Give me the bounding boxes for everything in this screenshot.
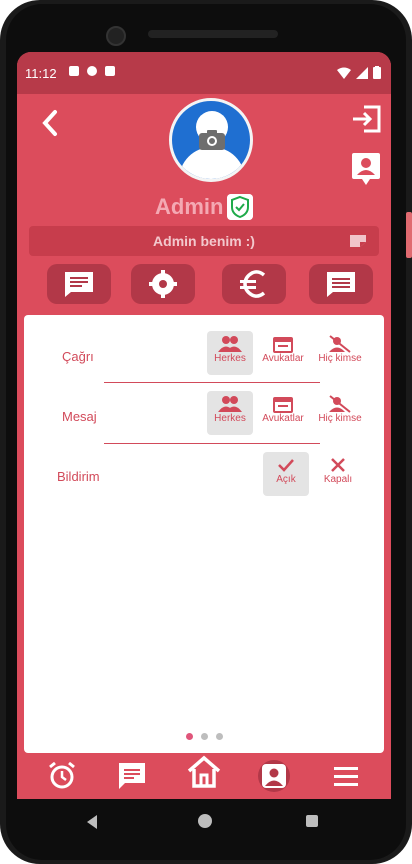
payments-button[interactable] bbox=[222, 264, 286, 304]
system-navigation-bar bbox=[17, 799, 391, 844]
status-bar: 11:12 bbox=[17, 52, 391, 94]
home-icon bbox=[187, 755, 221, 788]
group-icon bbox=[218, 336, 242, 352]
notification-p-icon bbox=[87, 66, 97, 76]
call-option-nobody[interactable]: Hiç kimse bbox=[315, 331, 365, 375]
page-dot[interactable] bbox=[216, 733, 223, 740]
sim-card-icon bbox=[105, 66, 115, 76]
divider bbox=[104, 382, 320, 383]
menu-icon bbox=[334, 767, 358, 786]
wifi-icon bbox=[337, 67, 351, 79]
profile-name: Admin bbox=[155, 194, 224, 219]
message-option-lawyers[interactable]: Avukatlar bbox=[260, 391, 306, 435]
chat-button[interactable] bbox=[309, 264, 373, 304]
logout-icon[interactable] bbox=[350, 104, 382, 134]
system-back-icon[interactable] bbox=[87, 815, 97, 829]
earpiece bbox=[148, 30, 278, 38]
message-setting-row: Mesaj Herkes Avukatlar Hiç kimse bbox=[24, 391, 384, 447]
messages-button[interactable] bbox=[47, 264, 111, 304]
signal-icon bbox=[356, 66, 368, 79]
profile-icon bbox=[262, 764, 286, 788]
notification-option-on[interactable]: Açık bbox=[263, 452, 309, 496]
call-setting-row: Çağrı Herkes Avukatlar Hiç kimse bbox=[24, 331, 384, 387]
notification-setting-row: Bildirim Açık Kapalı bbox=[24, 452, 384, 508]
settings-gear-icon bbox=[149, 270, 177, 298]
page-dot[interactable] bbox=[201, 733, 208, 740]
message-icon bbox=[119, 763, 145, 789]
page-indicator bbox=[186, 733, 223, 740]
avatar-body bbox=[179, 147, 245, 179]
row-label: Mesaj bbox=[62, 409, 97, 424]
edit-icon[interactable] bbox=[349, 234, 367, 248]
front-camera bbox=[106, 26, 126, 46]
nav-messages[interactable] bbox=[116, 760, 148, 792]
camera-icon[interactable] bbox=[198, 129, 226, 151]
message-option-everyone[interactable]: Herkes bbox=[207, 391, 253, 435]
chat-icon bbox=[327, 272, 355, 297]
message-icon bbox=[65, 272, 93, 297]
calendar-icon bbox=[273, 397, 293, 413]
alarm-icon bbox=[49, 761, 75, 789]
euro-icon bbox=[240, 270, 266, 298]
bio-field[interactable]: Admin benim :) bbox=[29, 226, 379, 256]
battery-icon bbox=[373, 66, 381, 79]
action-buttons bbox=[47, 264, 373, 306]
nav-home[interactable] bbox=[186, 754, 222, 792]
message-option-nobody[interactable]: Hiç kimse bbox=[315, 391, 365, 435]
close-icon bbox=[331, 458, 345, 472]
nav-menu[interactable] bbox=[330, 760, 362, 792]
group-icon bbox=[218, 396, 242, 412]
system-recents-icon[interactable] bbox=[306, 815, 318, 827]
notification-a-icon bbox=[69, 66, 79, 76]
privacy-settings-card: Çağrı Herkes Avukatlar Hiç kimse Mesaj H… bbox=[24, 315, 384, 753]
notification-option-off[interactable]: Kapalı bbox=[315, 452, 361, 496]
app-screen: 11:12 Admin Admin benim:) Çağrı Herkes … bbox=[17, 52, 391, 799]
check-icon bbox=[278, 459, 294, 472]
divider bbox=[104, 443, 320, 444]
settings-button[interactable] bbox=[131, 264, 195, 304]
status-time: 11:12 bbox=[25, 66, 57, 81]
system-home-icon[interactable] bbox=[198, 814, 212, 828]
row-label: Çağrı bbox=[62, 349, 94, 364]
calendar-icon bbox=[273, 337, 293, 353]
avatar[interactable] bbox=[169, 98, 253, 182]
call-option-lawyers[interactable]: Avukatlar bbox=[260, 331, 306, 375]
verified-icon bbox=[227, 194, 253, 220]
power-button bbox=[406, 212, 412, 258]
back-icon[interactable] bbox=[37, 108, 63, 138]
notification-icons bbox=[69, 66, 115, 76]
bio-text: Admin benim :) bbox=[153, 233, 255, 249]
nav-alarm[interactable] bbox=[46, 760, 78, 792]
system-icons bbox=[337, 66, 381, 79]
row-label: Bildirim bbox=[57, 469, 100, 484]
person-off-icon bbox=[329, 395, 351, 413]
person-off-icon bbox=[329, 335, 351, 353]
contact-icon[interactable] bbox=[351, 152, 381, 186]
nav-profile[interactable] bbox=[258, 760, 290, 792]
call-option-everyone[interactable]: Herkes bbox=[207, 331, 253, 375]
bottom-navigation bbox=[17, 754, 391, 799]
page-dot[interactable] bbox=[186, 733, 193, 740]
